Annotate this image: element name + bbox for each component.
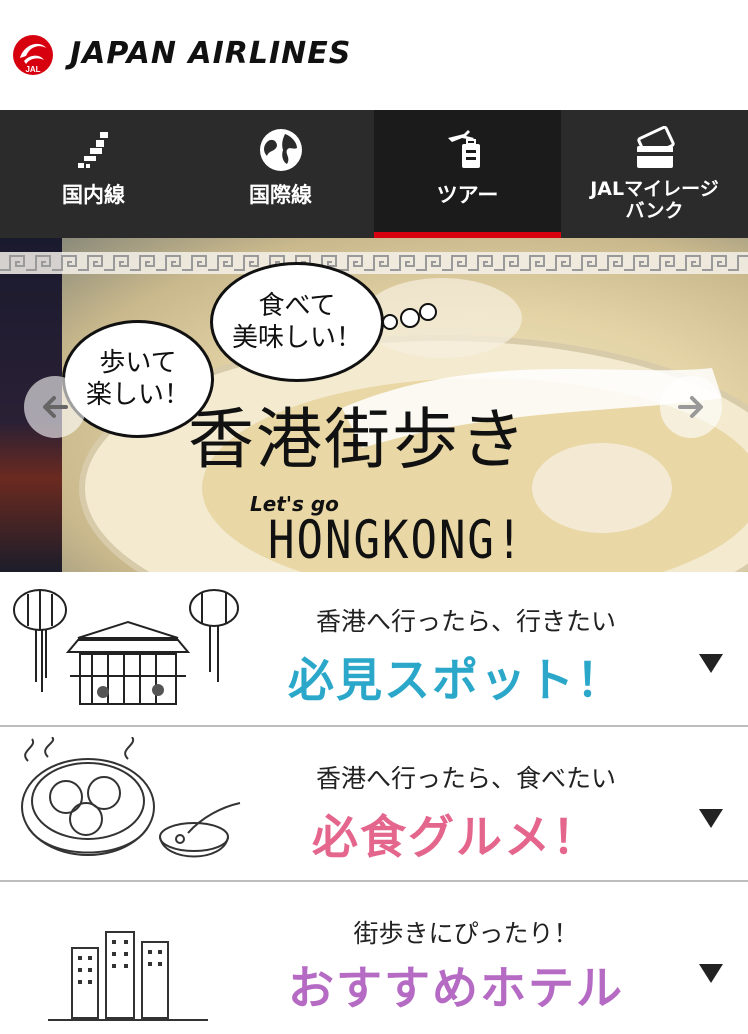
- main-nav: 国内線 国際線 ツアー JALマイレージ バンク: [0, 110, 748, 238]
- temple-lanterns-illustration: [13, 589, 239, 705]
- chevron-down-icon: [699, 964, 723, 983]
- carousel-prev-button[interactable]: [24, 376, 86, 438]
- arrow-right-icon: [678, 396, 703, 418]
- nav-label-mileage-bank: JALマイレージ バンク: [590, 178, 719, 222]
- hero-title: 香港街歩き: [188, 401, 528, 478]
- nav-item-domestic[interactable]: 国内線: [0, 110, 187, 238]
- arrow-left-icon: [43, 396, 68, 418]
- nav-item-tour[interactable]: ツアー: [374, 110, 561, 238]
- section-subtitle-hotels: 街歩きにぴったり！: [353, 919, 579, 948]
- nav-label-mileage-line2: バンク: [625, 200, 684, 222]
- svg-text:JAL: JAL: [25, 65, 40, 74]
- chevron-down-icon: [699, 654, 723, 673]
- nav-label-mileage-line1: JALマイレージ: [590, 178, 719, 200]
- section-title-spots: 必見スポット！: [288, 653, 624, 707]
- section-title-gourmet: 必食グルメ！: [312, 810, 600, 864]
- section-title-hotels: おすすめホテル: [288, 961, 624, 1015]
- hero-banner[interactable]: 歩いて 楽しい！ 食べて 美味しい！ 香港街歩き Let's go HONGKO…: [0, 238, 748, 572]
- section-must-eat-gourmet[interactable]: 香港へ行ったら、食べたい 必食グルメ！: [0, 727, 748, 882]
- thought-puffs-decoration: [382, 303, 437, 330]
- section-must-see-spots[interactable]: 香港へ行ったら、行きたい 必見スポット！: [0, 572, 748, 727]
- greek-key-border: [0, 252, 748, 274]
- speech-bubble-eat: 食べて 美味しい！: [210, 262, 384, 382]
- section-subtitle-spots: 香港へ行ったら、行きたい: [315, 607, 616, 636]
- header: JAL JAPAN AIRLINES: [0, 0, 748, 110]
- section-subtitle-gourmet: 香港へ行ったら、食べたい: [315, 764, 616, 793]
- carousel-next-button[interactable]: [660, 376, 722, 438]
- nav-item-mileage-bank[interactable]: JALマイレージ バンク: [561, 110, 748, 238]
- nav-item-international[interactable]: 国際線: [187, 110, 374, 238]
- jal-crane-logo-icon[interactable]: JAL: [12, 34, 54, 76]
- card-icon: [636, 126, 675, 168]
- brand-name[interactable]: JAPAN AIRLINES: [70, 36, 351, 71]
- hero-sub-main: HONGKONG!: [268, 510, 525, 572]
- japan-map-icon: [77, 132, 108, 168]
- bubble-walk-line2: 楽しい！: [85, 380, 190, 410]
- tour-luggage-icon: [447, 130, 480, 168]
- dim-sum-illustration: [21, 737, 241, 858]
- nav-label-domestic: 国内線: [62, 183, 125, 207]
- bubble-eat-line2: 美味しい！: [231, 323, 362, 353]
- bubble-walk-line1: 歩いて: [99, 348, 177, 378]
- chevron-down-icon: [699, 809, 723, 828]
- globe-icon: [259, 129, 302, 171]
- hotel-buildings-illustration: [48, 931, 208, 1021]
- section-recommended-hotels[interactable]: 街歩きにぴったり！ おすすめホテル: [0, 882, 748, 1034]
- nav-label-tour: ツアー: [436, 183, 499, 207]
- nav-label-international: 国際線: [249, 183, 312, 207]
- bubble-eat-line1: 食べて: [258, 291, 336, 321]
